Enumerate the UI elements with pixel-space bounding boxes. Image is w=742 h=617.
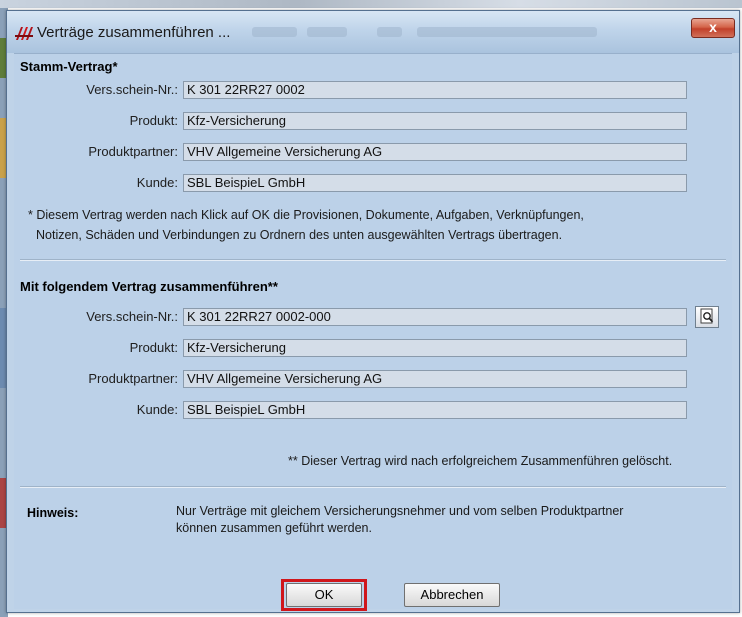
stamm-product-label: Produkt: (129, 113, 178, 128)
stamm-product-partner-field: VHV Allgemeine Versicherung AG (183, 143, 687, 161)
stamm-customer-label: Kunde: (136, 175, 178, 190)
hint-divider (20, 486, 726, 488)
target-product-label: Produkt: (129, 340, 178, 355)
background-title-blur (307, 27, 347, 37)
app-logo-icon (15, 27, 33, 40)
target-product-partner-label: Produktpartner: (88, 371, 178, 386)
target-product-field: Kfz-Versicherung (183, 339, 687, 357)
background-app-strip (0, 0, 742, 8)
stamm-note-line-1: * Diesem Vertrag werden nach Klick auf O… (28, 208, 584, 222)
background-title-blur (252, 27, 297, 37)
target-product-partner-field: VHV Allgemeine Versicherung AG (183, 370, 687, 388)
stamm-section-title: Stamm-Vertrag* (20, 59, 118, 74)
background-title-blur (377, 27, 402, 37)
window-title: Verträge zusammenführen ... (37, 24, 231, 41)
hint-text-line-2: können zusammen geführt werden. (176, 521, 372, 535)
stamm-customer-field: SBL BeispieL GmbH (183, 174, 687, 192)
merge-contracts-dialog: Verträge zusammenführen ... x Stamm-Vert… (6, 10, 740, 613)
cancel-button[interactable]: Abbrechen (404, 583, 500, 607)
stamm-product-partner-label: Produktpartner: (88, 144, 178, 159)
search-document-icon (700, 308, 714, 324)
close-button[interactable]: x (691, 18, 735, 38)
target-customer-label: Kunde: (136, 402, 178, 417)
stamm-policy-number-label: Vers.schein-Nr.: (86, 82, 178, 97)
background-title-blur (417, 27, 597, 37)
close-icon: x (709, 19, 717, 35)
section-divider (20, 259, 726, 261)
stamm-policy-number-field: K 301 22RR27 0002 (183, 81, 687, 99)
stamm-product-field: Kfz-Versicherung (183, 112, 687, 130)
hint-text-line-1: Nur Verträge mit gleichem Versicherungsn… (176, 504, 624, 518)
target-policy-number-field[interactable]: K 301 22RR27 0002-000 (183, 308, 687, 326)
target-delete-note: ** Dieser Vertrag wird nach erfolgreiche… (288, 454, 673, 468)
dialog-content: Stamm-Vertrag* Vers.schein-Nr.: K 301 22… (14, 53, 732, 611)
title-bar[interactable]: Verträge zusammenführen ... x (7, 11, 739, 53)
target-policy-number-label: Vers.schein-Nr.: (86, 309, 178, 324)
target-customer-field: SBL BeispieL GmbH (183, 401, 687, 419)
contract-lookup-button[interactable] (695, 306, 719, 328)
ok-button[interactable]: OK (286, 583, 362, 607)
stamm-note-line-2: Notizen, Schäden und Verbindungen zu Ord… (36, 228, 563, 242)
hint-label: Hinweis: (27, 506, 79, 520)
target-section-title: Mit folgendem Vertrag zusammenführen** (20, 279, 278, 294)
